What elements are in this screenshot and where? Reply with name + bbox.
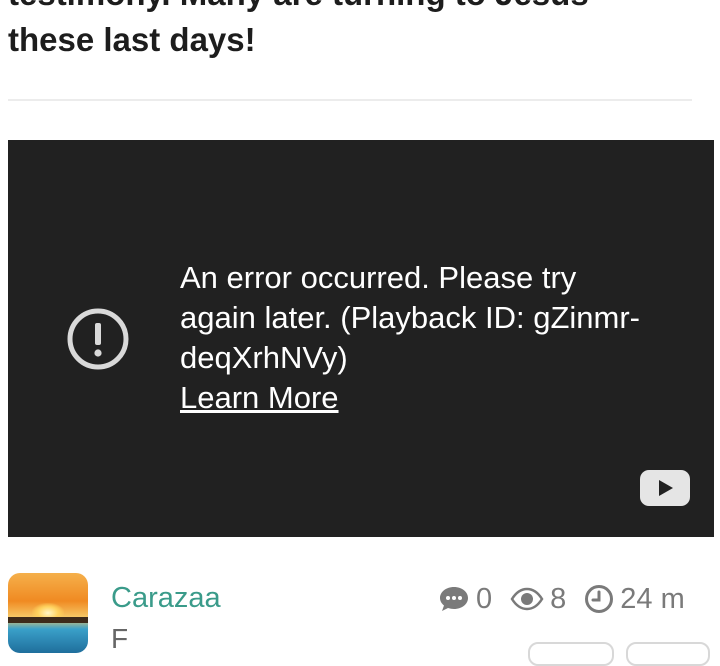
clock-icon xyxy=(585,585,614,613)
time-stat: 24 m xyxy=(584,582,685,616)
youtube-icon[interactable] xyxy=(640,470,690,506)
avatar[interactable] xyxy=(8,573,88,653)
comments-count: 0 xyxy=(476,582,493,615)
video-player[interactable]: An error occurred. Please try again late… xyxy=(8,140,714,537)
error-message-block: An error occurred. Please try again late… xyxy=(180,258,660,418)
horizon-graphic xyxy=(8,617,88,623)
post-title-line2: these last days! xyxy=(8,21,256,58)
time-ago: 24 m xyxy=(620,582,685,615)
comment-icon xyxy=(440,587,468,611)
author-subtext: F xyxy=(111,623,129,654)
divider xyxy=(8,99,692,101)
author-name[interactable]: Carazaa xyxy=(111,580,221,616)
learn-more-link[interactable]: Learn More xyxy=(180,378,339,418)
views-count: 8 xyxy=(550,582,567,615)
eye-icon xyxy=(510,587,544,611)
error-message: An error occurred. Please try again late… xyxy=(180,260,641,375)
views-stat: 8 xyxy=(510,583,566,616)
exclamation-circle-icon xyxy=(67,308,129,370)
post-stats: 0 8 24 m xyxy=(438,581,685,617)
comments-stat[interactable]: 0 xyxy=(438,583,492,616)
post-title-line1: testimony. Many are turning to Jesus xyxy=(8,0,708,14)
action-pill-1[interactable] xyxy=(528,642,614,666)
action-pill-2[interactable] xyxy=(626,642,710,666)
